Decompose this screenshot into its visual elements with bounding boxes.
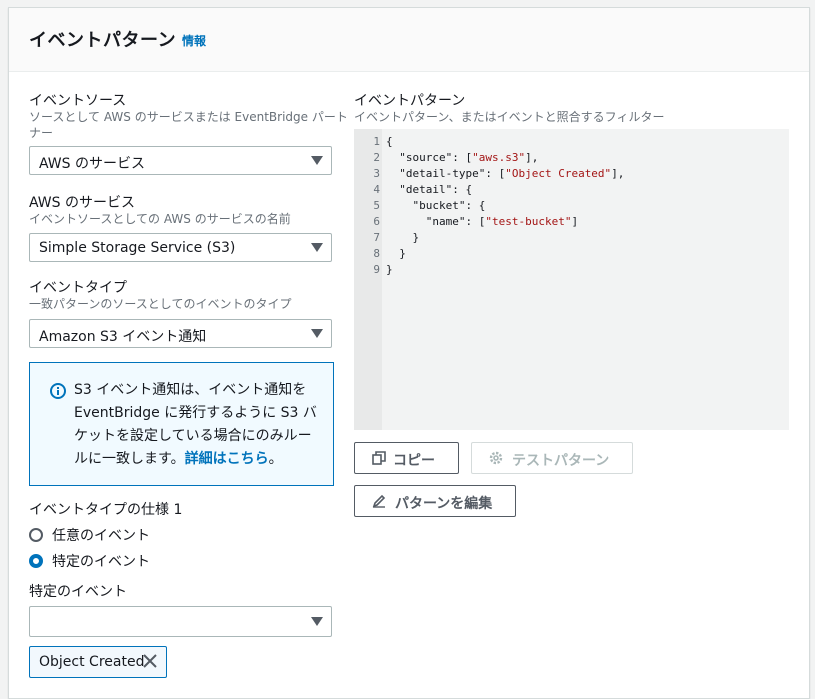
radio-any-event[interactable] bbox=[29, 528, 43, 542]
code-line: } bbox=[386, 263, 393, 276]
alert-line: ケットを設定している場合にのみルー bbox=[74, 428, 312, 444]
event-source-value: AWS のサービス bbox=[39, 156, 145, 172]
event-type-desc: 一致パターンのソースとしてのイベントのタイプ bbox=[29, 297, 292, 311]
aws-service-value: Simple Storage Service (S3) bbox=[39, 240, 236, 256]
radio-any-event-label[interactable]: 任意のイベント bbox=[52, 525, 150, 545]
caret-down-icon bbox=[311, 329, 323, 338]
event-pattern-panel: イベントパターン 情報 イベントソース ソースとして AWS のサービスまたは … bbox=[8, 7, 810, 699]
remove-token-icon[interactable] bbox=[142, 653, 158, 669]
code-line: "detail-type": ["Object Created"], bbox=[399, 167, 625, 180]
code-line: "source": ["aws.s3"], bbox=[399, 151, 539, 164]
event-pattern-label: イベントパターン bbox=[354, 93, 466, 109]
caret-down-icon bbox=[311, 243, 323, 252]
copy-icon bbox=[372, 451, 386, 465]
specific-events-label: 特定のイベント bbox=[29, 584, 127, 600]
alert-text: S3 イベント通知は、イベント通知を EventBridge に発行するように … bbox=[74, 379, 319, 471]
event-type-select[interactable]: Amazon S3 イベント通知 bbox=[29, 319, 332, 348]
radio-specific-event-label[interactable]: 特定のイベント bbox=[52, 551, 150, 571]
copy-button[interactable]: コピー bbox=[354, 442, 459, 474]
aws-service-label: AWS のサービス bbox=[29, 195, 135, 211]
edit-pattern-button-label: パターンを編集 bbox=[395, 496, 493, 512]
event-type-label: イベントタイプ bbox=[29, 280, 127, 296]
gear-icon bbox=[489, 451, 503, 465]
event-source-desc-line1: ソースとして AWS のサービスまたは EventBridge パート bbox=[29, 110, 348, 124]
event-type-spec-label: イベントタイプの仕様 1 bbox=[29, 502, 183, 518]
caret-down-icon bbox=[311, 156, 323, 165]
test-pattern-button-label: テストパターン bbox=[512, 453, 610, 469]
line-number: 1 bbox=[373, 135, 380, 148]
edit-pencil-icon bbox=[372, 494, 386, 508]
event-type-value: Amazon S3 イベント通知 bbox=[39, 329, 207, 345]
alert-line: S3 イベント通知は、イベント通知を bbox=[74, 382, 307, 398]
pattern-code-editor[interactable]: 1 2 3 4 5 6 7 8 9 { "source": ["aws.s3"]… bbox=[354, 129, 789, 430]
alert-line-end: 。 bbox=[268, 451, 283, 467]
code-line: "bucket": { bbox=[412, 199, 486, 212]
line-number: 4 bbox=[373, 183, 380, 196]
aws-service-desc: イベントソースとしての AWS のサービスの名前 bbox=[29, 212, 291, 226]
code-line: { bbox=[386, 135, 393, 148]
radio-specific-event[interactable] bbox=[29, 554, 43, 568]
selected-event-token: Object Created bbox=[29, 646, 167, 678]
edit-pattern-button[interactable]: パターンを編集 bbox=[354, 485, 516, 517]
line-number: 7 bbox=[373, 231, 380, 244]
info-link[interactable]: 情報 bbox=[182, 32, 206, 49]
event-source-select[interactable]: AWS のサービス bbox=[29, 146, 332, 175]
alert-line-text: ルに一致します。 bbox=[74, 451, 185, 467]
line-number: 3 bbox=[373, 167, 380, 180]
line-number: 5 bbox=[373, 199, 380, 212]
event-pattern-desc: イベントパターン、またはイベントと照合するフィルター bbox=[354, 110, 665, 124]
code-line: } bbox=[386, 231, 420, 244]
alert-line: ルに一致します。詳細はこちら。 bbox=[74, 448, 319, 471]
copy-button-label: コピー bbox=[393, 453, 435, 469]
line-number: 2 bbox=[373, 151, 380, 164]
token-label: Object Created bbox=[39, 654, 145, 670]
line-number: 9 bbox=[373, 263, 380, 276]
aws-service-select[interactable]: Simple Storage Service (S3) bbox=[29, 233, 332, 262]
event-source-desc-line2: ナー bbox=[29, 126, 54, 140]
alert-line: EventBridge に発行するように S3 バ bbox=[74, 405, 317, 421]
info-alert: S3 イベント通知は、イベント通知を EventBridge に発行するように … bbox=[29, 362, 334, 486]
code-line: } bbox=[386, 247, 406, 260]
line-number: 8 bbox=[373, 247, 380, 260]
specific-events-select[interactable] bbox=[29, 606, 332, 637]
code-line: "detail": { bbox=[399, 183, 473, 196]
panel-title: イベントパターン bbox=[29, 30, 177, 51]
info-icon bbox=[50, 383, 66, 399]
line-number: 6 bbox=[373, 215, 380, 228]
learn-more-link[interactable]: 詳細はこちら bbox=[185, 451, 269, 467]
test-pattern-button[interactable]: テストパターン bbox=[471, 442, 633, 474]
event-source-label: イベントソース bbox=[29, 93, 127, 109]
caret-down-icon bbox=[311, 617, 323, 626]
line-number-gutter: 1 2 3 4 5 6 7 8 9 bbox=[354, 129, 382, 430]
panel-header: イベントパターン 情報 bbox=[9, 8, 809, 72]
code-line: "name": ["test-bucket"] bbox=[425, 215, 579, 228]
